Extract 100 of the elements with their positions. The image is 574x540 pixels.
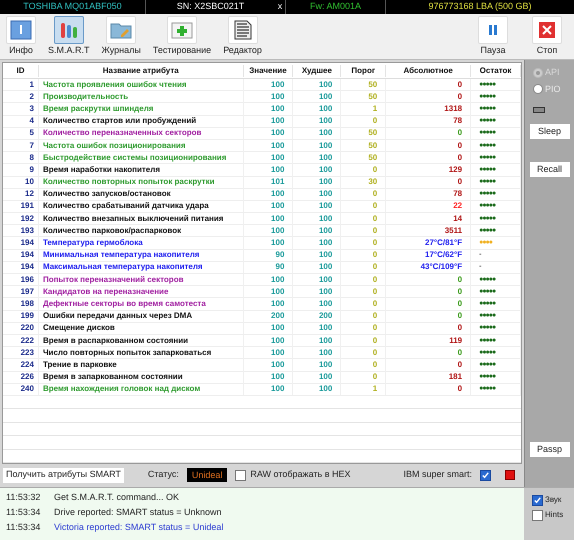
table-cell: 100: [293, 176, 342, 188]
table-cell: 50: [341, 140, 386, 152]
log-message: Get S.M.A.R.T. command... OK: [54, 491, 180, 504]
ibm-super-smart-checkbox[interactable]: [480, 470, 491, 480]
table-cell: 10: [3, 176, 39, 188]
table-cell: 100: [293, 140, 342, 152]
table-cell: 100: [293, 298, 342, 310]
table-cell: 200: [244, 310, 294, 322]
table-cell: 17°C/62°F: [386, 249, 472, 262]
table-cell: 30: [341, 176, 386, 188]
attribute-name: Дефектные секторы во время самотеста: [38, 298, 244, 310]
column-header: Порог: [341, 64, 386, 76]
table-cell: 100: [244, 78, 294, 91]
column-header: Остаток: [471, 64, 521, 76]
option-checkbox[interactable]: [532, 494, 543, 506]
status-badge: Unideal: [186, 468, 228, 482]
table-cell: 0: [386, 127, 472, 140]
column-header: Худшее: [293, 64, 342, 76]
table-cell: 0: [341, 298, 386, 310]
table-cell: 119: [386, 334, 472, 347]
indicator-icon: [533, 107, 545, 113]
table-cell: 3: [3, 102, 39, 115]
table-cell: 200: [293, 310, 342, 322]
attribute-name: Быстродействие системы позиционирования: [38, 152, 244, 164]
table-cell: 0: [386, 358, 472, 371]
table-cell: 3511: [386, 224, 472, 237]
table-cell: 90: [244, 249, 294, 262]
table-cell: 181: [386, 371, 472, 384]
table-cell: 0: [341, 249, 386, 262]
sleep-button[interactable]: Sleep: [530, 124, 570, 139]
table-cell: 100: [293, 358, 342, 371]
table-cell: 0: [341, 371, 386, 384]
option-label: Звук: [545, 494, 562, 506]
close-drive-button[interactable]: x: [275, 0, 285, 14]
table-cell: 100: [293, 322, 342, 334]
table-cell: 0: [341, 261, 386, 274]
table-cell: 100: [244, 140, 294, 152]
table-cell: 100: [293, 371, 342, 384]
table-cell: 22: [386, 200, 472, 212]
toolbar-tab[interactable]: Редактор: [221, 16, 264, 58]
table-cell: 197: [3, 286, 39, 298]
table-cell: 100: [293, 346, 342, 359]
table-cell: 220: [3, 322, 39, 334]
log-time: 11:53:34: [6, 521, 42, 534]
radio-button[interactable]: [533, 84, 543, 94]
table-cell: 2: [3, 90, 39, 103]
table-cell: 0: [386, 140, 472, 152]
table-cell: 194: [3, 249, 39, 262]
log-time: 11:53:32: [6, 491, 42, 504]
get-attributes-button[interactable]: Получить атрибуты SMART: [3, 468, 124, 482]
table-cell: 50: [341, 90, 386, 103]
toolbar-tab[interactable]: Тестирование: [150, 16, 214, 58]
table-cell: 100: [293, 78, 342, 91]
table-cell: 0: [341, 188, 386, 200]
attribute-name: Время наработки накопителя: [38, 164, 244, 176]
table-cell: 0: [386, 383, 472, 396]
raw-hex-label: RAW отображать в HEX: [250, 468, 350, 482]
error-indicator-icon: [505, 470, 515, 480]
table-cell: 0: [341, 310, 386, 322]
attribute-name: Время в запаркованном состоянии: [38, 371, 244, 384]
table-cell: 0: [386, 346, 472, 359]
table-cell: 1318: [386, 102, 472, 115]
table-cell: 0: [341, 237, 386, 250]
table-cell: 0: [341, 334, 386, 347]
table-cell: 100: [293, 115, 342, 128]
table-cell: 100: [293, 164, 342, 176]
column-header: Абсолютное: [386, 64, 472, 76]
passp-button[interactable]: Passp: [530, 442, 570, 457]
table-cell: 100: [293, 127, 342, 140]
toolbar-tab[interactable]: Журналы: [100, 16, 143, 58]
raw-hex-checkbox[interactable]: [235, 470, 246, 480]
table-cell: 9: [3, 164, 39, 176]
toolbar-tab[interactable]: S.M.A.R.T: [46, 16, 92, 58]
table-cell: 0: [341, 286, 386, 298]
table-cell: 100: [244, 200, 294, 212]
attribute-name: Частота ошибок позиционирования: [38, 140, 244, 152]
table-cell: 0: [341, 346, 386, 359]
table-cell: 50: [341, 152, 386, 164]
table-cell: 191: [3, 200, 39, 212]
table-cell: 0: [341, 322, 386, 334]
table-cell: 100: [244, 212, 294, 225]
table-cell: 100: [244, 127, 294, 140]
table-cell: 100: [293, 152, 342, 164]
table-cell: 0: [341, 358, 386, 371]
attribute-name: Максимальная температура накопителя: [38, 261, 244, 274]
table-cell: 90: [244, 261, 294, 274]
table-cell: 8: [3, 152, 39, 164]
table-cell: 0: [386, 176, 472, 188]
table-cell: 12: [3, 188, 39, 200]
table-cell: 100: [244, 286, 294, 298]
table-cell: 223: [3, 346, 39, 359]
log-message: Victoria reported: SMART status = Unideal: [54, 521, 224, 534]
attribute-name: Количество парковок/распарковок: [38, 224, 244, 237]
recall-button[interactable]: Recall: [530, 162, 570, 177]
attribute-name: Минимальная температура накопителя: [38, 249, 244, 262]
option-checkbox[interactable]: [532, 510, 543, 520]
close-icon: [539, 22, 555, 38]
table-cell: 192: [3, 212, 39, 225]
table-cell: 101: [244, 176, 294, 188]
attribute-name: Кандидатов на переназначение: [38, 286, 244, 298]
